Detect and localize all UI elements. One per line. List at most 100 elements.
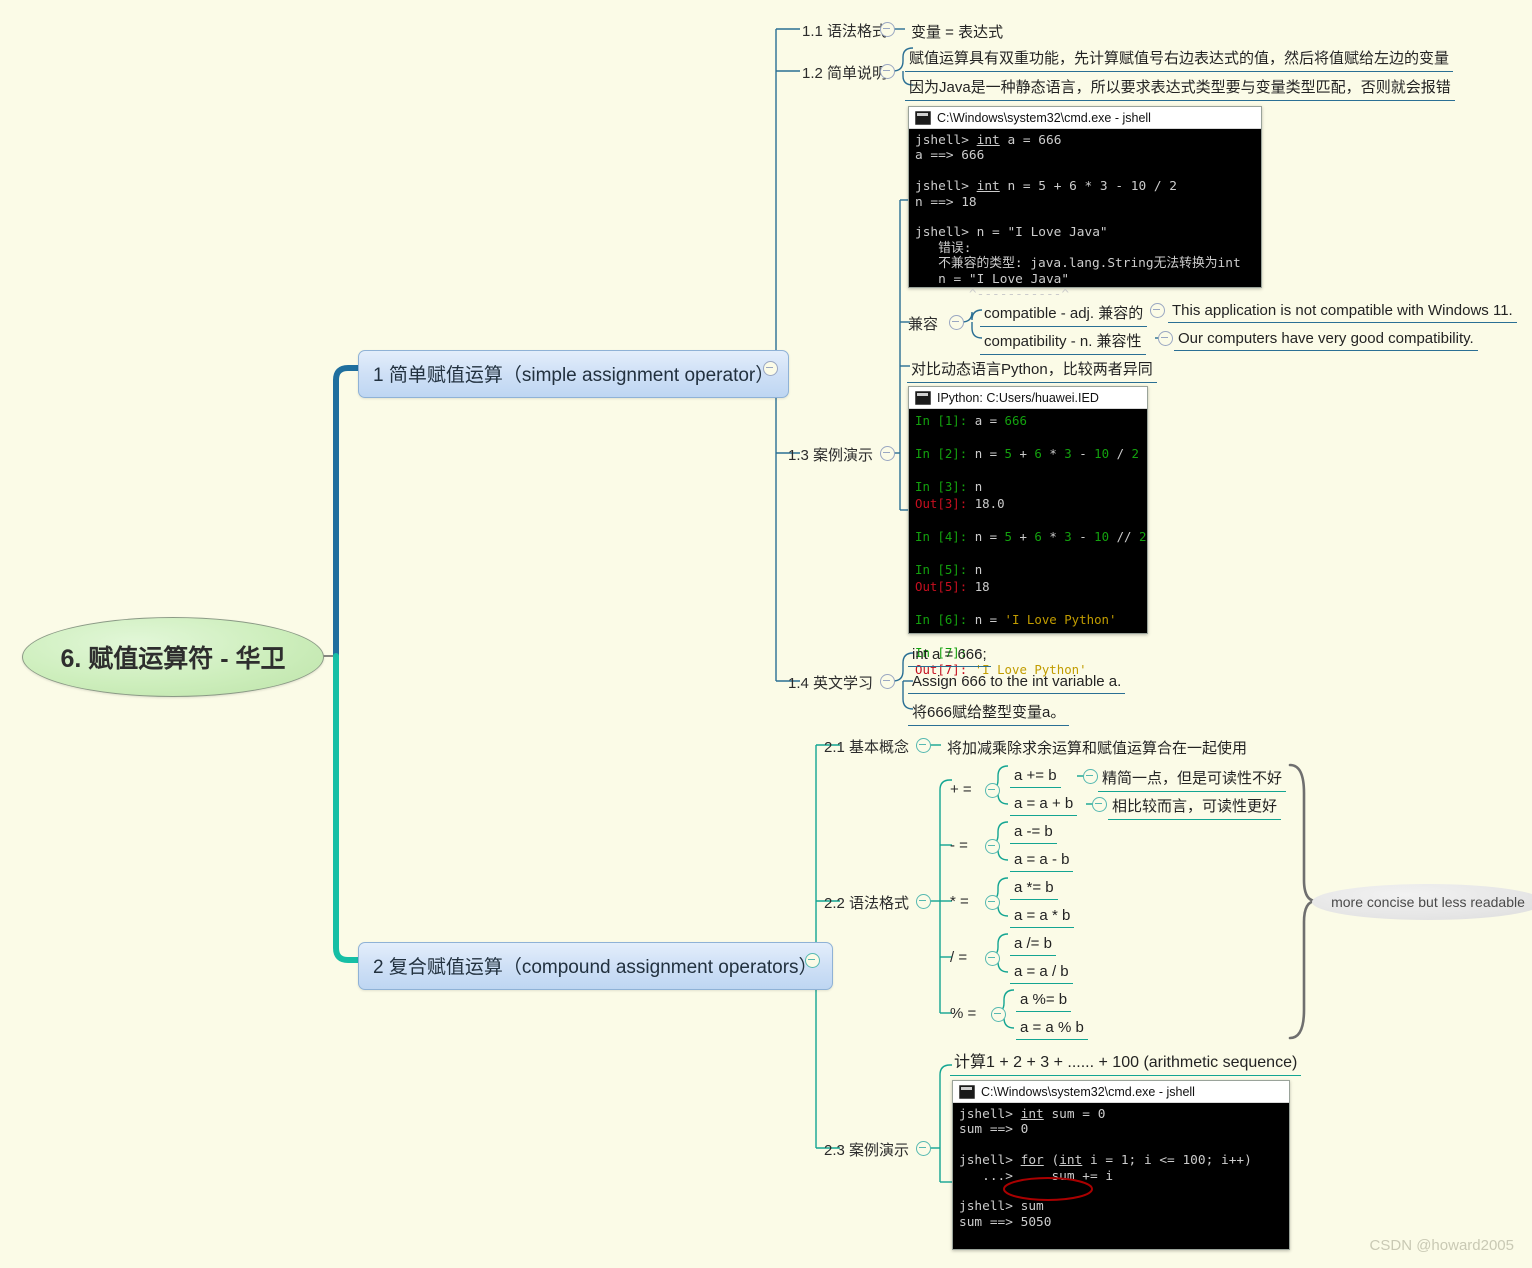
toggle-2-2[interactable] (916, 894, 931, 909)
toggle-note-compound-plus[interactable] (1083, 769, 1098, 784)
toggle-topic-1[interactable] (763, 361, 778, 376)
leaf-1-1-syntax[interactable]: 变量 = 表达式 (907, 19, 1007, 45)
toggle-topic-2[interactable] (805, 953, 820, 968)
toggle-op-modulo[interactable] (991, 1007, 1006, 1022)
toggle-vocab-2[interactable] (1158, 331, 1173, 346)
subtopic-2-2-label: 2.2 语法格式 (824, 895, 910, 912)
terminal-body: jshell> int sum = 0 sum ==> 0 jshell> fo… (953, 1103, 1289, 1267)
toggle-op-times[interactable] (985, 895, 1000, 910)
toggle-1-3[interactable] (880, 446, 895, 461)
vocab-example-1[interactable]: This application is not compatible with … (1168, 300, 1517, 323)
subtopic-1-2[interactable]: 1.2 简单说明 (802, 62, 887, 83)
callout-more-concise[interactable]: more concise but less readable (1312, 884, 1532, 920)
leaf-expanded-modulo[interactable]: a = a % b (1016, 1017, 1088, 1040)
operator-plus-equals[interactable]: + = (950, 781, 972, 798)
terminal-jshell-2[interactable]: C:\Windows\system32\cmd.exe - jshell jsh… (952, 1080, 1290, 1250)
leaf-text: compatibility - n. 兼容性 (984, 333, 1142, 350)
terminal-title: C:\Windows\system32\cmd.exe - jshell (981, 1084, 1195, 1099)
leaf-text: a %= b (1020, 991, 1068, 1008)
toggle-note-expanded-plus[interactable] (1092, 797, 1107, 812)
leaf-compound-plus[interactable]: a += b (1010, 765, 1061, 788)
terminal-ipython[interactable]: IPython: C:Users/huawei.IED In [1]: a = … (908, 386, 1148, 677)
leaf-1-2-desc-1[interactable]: 赋值运算具有双重功能，先计算赋值号右边表达式的值，然后将值赋给左边的变量 (905, 45, 1454, 72)
leaf-expanded-plus[interactable]: a = a + b (1010, 793, 1078, 816)
leaf-python-compare[interactable]: 对比动态语言Python，比较两者异同 (907, 356, 1157, 383)
leaf-2-1-concept[interactable]: 将加减乘除求余运算和赋值运算合在一起使用 (943, 735, 1251, 761)
toggle-1-2[interactable] (880, 64, 895, 79)
leaf-text: 计算1 + 2 + 3 + ...... + 100 (arithmetic s… (954, 1054, 1298, 1071)
leaf-text: 将加减乘除求余运算和赋值运算合在一起使用 (947, 740, 1248, 757)
subtopic-2-3-label: 2.3 案例演示 (824, 1142, 910, 1159)
vocab-example-2[interactable]: Our computers have very good compatibili… (1174, 328, 1478, 351)
leaf-2-3-task[interactable]: 计算1 + 2 + 3 + ...... + 100 (arithmetic s… (950, 1046, 1302, 1076)
subtopic-1-1[interactable]: 1.1 语法格式 (802, 20, 887, 41)
leaf-expanded-times[interactable]: a = a * b (1010, 905, 1075, 928)
vocab-word-2[interactable]: compatibility - n. 兼容性 (980, 328, 1146, 355)
vocab-word-1[interactable]: compatible - adj. 兼容的 (980, 300, 1148, 327)
leaf-1-4-english[interactable]: Assign 666 to the int variable a. (908, 671, 1126, 694)
toggle-1-4[interactable] (880, 674, 895, 689)
terminal-titlebar: C:\Windows\system32\cmd.exe - jshell (953, 1081, 1289, 1103)
leaf-text: 将666赋给整型变量a。 (912, 704, 1066, 721)
toggle-1-1[interactable] (880, 22, 895, 37)
terminal-title: IPython: C:Users/huawei.IED (937, 390, 1099, 405)
leaf-expanded-divide[interactable]: a = a / b (1010, 961, 1073, 984)
callout-text: more concise but less readable (1331, 894, 1525, 910)
leaf-1-2-desc-2[interactable]: 因为Java是一种静态语言，所以要求表达式类型要与变量类型匹配，否则就会报错 (905, 74, 1455, 101)
subtopic-1-3[interactable]: 1.3 案例演示 (788, 444, 873, 465)
operator-modulo-equals[interactable]: % = (950, 1005, 976, 1022)
leaf-compound-divide[interactable]: a /= b (1010, 933, 1056, 956)
operator-label: + = (950, 781, 972, 798)
mindmap-canvas: 6. 赋值运算符 - 华卫 1 简单赋值运算（simple assignment… (0, 0, 1532, 1268)
root-label: 6. 赋值运算符 - 华卫 (60, 645, 286, 673)
note-expanded-plus[interactable]: 相比较而言，可读性更好 (1108, 793, 1282, 820)
leaf-text: int a = 666; (912, 646, 987, 663)
topic-compound-assignment[interactable]: 2 复合赋值运算（compound assignment operators） (358, 942, 833, 990)
leaf-compound-minus[interactable]: a -= b (1010, 821, 1057, 844)
toggle-2-1[interactable] (916, 738, 931, 753)
leaf-text: a = a - b (1014, 851, 1070, 868)
operator-label: - = (950, 837, 968, 854)
highlight-ellipse (1003, 1177, 1093, 1201)
toggle-op-plus[interactable] (985, 783, 1000, 798)
leaf-text: 变量 = 表达式 (911, 24, 1004, 41)
operator-divide-equals[interactable]: / = (950, 949, 967, 966)
vocab-group-label[interactable]: 兼容 (908, 313, 938, 334)
operator-minus-equals[interactable]: - = (950, 837, 968, 854)
leaf-text: 精简一点，但是可读性不好 (1102, 770, 1283, 787)
operator-label: * = (950, 893, 969, 910)
subtopic-1-4[interactable]: 1.4 英文学习 (788, 672, 873, 693)
terminal-jshell-1[interactable]: C:\Windows\system32\cmd.exe - jshell jsh… (908, 106, 1262, 302)
leaf-compound-times[interactable]: a *= b (1010, 877, 1058, 900)
topic-simple-assignment[interactable]: 1 简单赋值运算（simple assignment operator） (358, 350, 790, 398)
subtopic-1-4-label: 1.4 英文学习 (788, 675, 874, 692)
leaf-text: 因为Java是一种静态语言，所以要求表达式类型要与变量类型匹配，否则就会报错 (909, 79, 1451, 96)
terminal-body: jshell> int a = 666 a ==> 666 jshell> in… (915, 133, 1241, 303)
leaf-expanded-minus[interactable]: a = a - b (1010, 849, 1074, 872)
toggle-vocab-group[interactable] (949, 315, 964, 330)
subtopic-2-1[interactable]: 2.1 基本概念 (824, 736, 909, 757)
toggle-op-minus[interactable] (985, 839, 1000, 854)
toggle-op-divide[interactable] (985, 951, 1000, 966)
root-node[interactable]: 6. 赋值运算符 - 华卫 (22, 617, 324, 697)
operator-label: % = (950, 1005, 977, 1022)
toggle-2-3[interactable] (916, 1141, 931, 1156)
topic-1-label: 1 简单赋值运算（simple assignment operator） (373, 365, 775, 386)
subtopic-1-3-label: 1.3 案例演示 (788, 447, 874, 464)
subtopic-2-3[interactable]: 2.3 案例演示 (824, 1139, 909, 1160)
leaf-text: Assign 666 to the int variable a. (912, 673, 1122, 690)
operator-times-equals[interactable]: * = (950, 893, 969, 910)
leaf-text: a = a % b (1020, 1019, 1084, 1036)
note-compound-plus[interactable]: 精简一点，但是可读性不好 (1098, 765, 1287, 792)
subtopic-2-2[interactable]: 2.2 语法格式 (824, 892, 909, 913)
vocab-group-text: 兼容 (908, 316, 939, 333)
console-icon (959, 1084, 975, 1099)
terminal-title: C:\Windows\system32\cmd.exe - jshell (937, 110, 1151, 125)
leaf-1-4-chinese[interactable]: 将666赋给整型变量a。 (908, 699, 1070, 726)
toggle-vocab-1[interactable] (1150, 303, 1165, 318)
leaf-compound-modulo[interactable]: a %= b (1016, 989, 1072, 1012)
leaf-text: 相比较而言，可读性更好 (1112, 798, 1278, 815)
operator-label: / = (950, 949, 968, 966)
leaf-1-4-java[interactable]: int a = 666; (908, 644, 991, 667)
terminal-titlebar: IPython: C:Users/huawei.IED (909, 387, 1147, 409)
